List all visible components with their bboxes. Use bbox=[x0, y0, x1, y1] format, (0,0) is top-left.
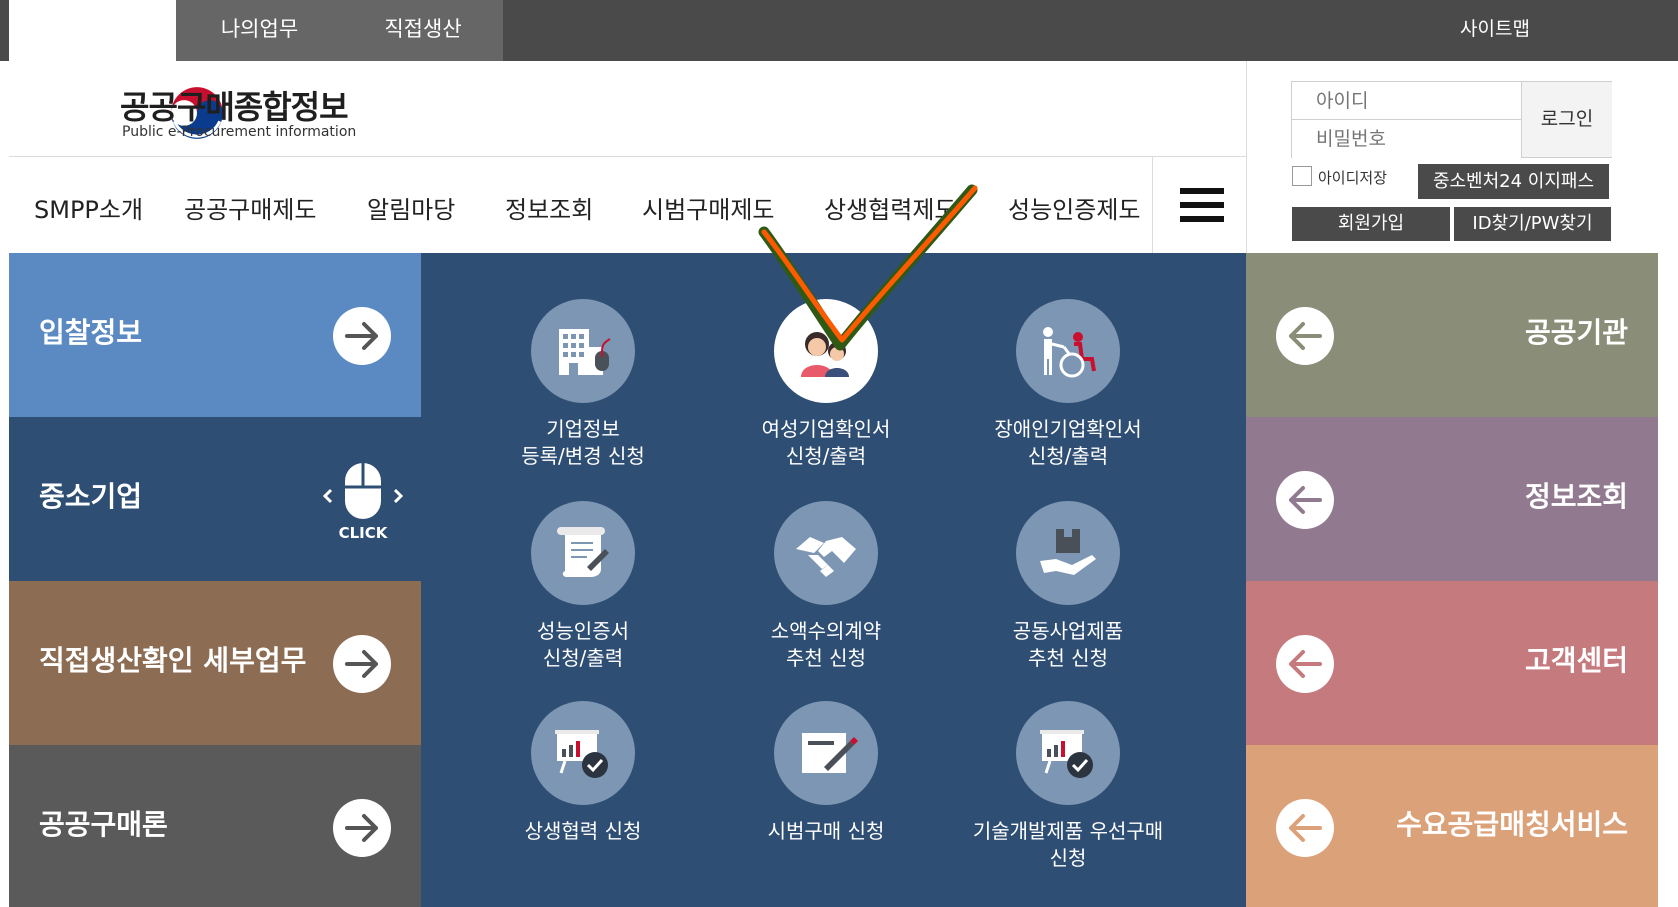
right-margin bbox=[1658, 61, 1678, 907]
nav-notice[interactable]: 알림마당 bbox=[367, 190, 455, 225]
service-label: 시범구매 신청 bbox=[767, 819, 885, 843]
panel-purchase-theory[interactable]: 공공구매론 bbox=[9, 745, 421, 907]
nav-divider bbox=[1152, 157, 1153, 253]
service-performance-cert[interactable]: 성능인증서 신청/출력 bbox=[463, 501, 703, 672]
service-tech-priority[interactable]: 기술개발제품 우선구매 신청 bbox=[933, 701, 1203, 872]
logo-title[interactable]: 공공구매종합정보 bbox=[120, 82, 349, 128]
nav-public-purchase[interactable]: 공공구매제도 bbox=[184, 190, 316, 225]
service-label: 여성기업확인서 신청/출력 bbox=[761, 417, 891, 468]
save-id-checkbox[interactable] bbox=[1292, 166, 1312, 186]
presentation-check-icon bbox=[1016, 701, 1120, 805]
panel-label: 수요공급매칭서비스 bbox=[1396, 808, 1628, 841]
service-label: 장애인기업확인서 신청/출력 bbox=[994, 417, 1142, 468]
login-form: 로그인 bbox=[1291, 81, 1612, 158]
login-divider bbox=[1246, 61, 1247, 253]
panel-direct-production[interactable]: 직접생산확인 세부업무 bbox=[9, 581, 421, 745]
service-pilot-purchase[interactable]: 시범구매 신청 bbox=[706, 701, 946, 845]
panel-label: 직접생산확인 세부업무 bbox=[39, 644, 307, 677]
panel-bid-info[interactable]: 입찰정보 bbox=[9, 253, 421, 417]
svg-text:CLICK: CLICK bbox=[339, 524, 389, 541]
panel-label: 정보조회 bbox=[1524, 480, 1628, 513]
panel-label: 중소기업 bbox=[39, 480, 143, 513]
tab-direct-production[interactable]: 직접생산 bbox=[343, 0, 503, 61]
service-label: 공동사업제품 추천 신청 bbox=[1012, 619, 1124, 670]
nav-pilot-purchase[interactable]: 시범구매제도 bbox=[642, 190, 774, 225]
arrow-left-icon bbox=[1276, 307, 1334, 365]
arrow-left-icon bbox=[1276, 635, 1334, 693]
panel-supply-matching[interactable]: 수요공급매칭서비스 bbox=[1246, 745, 1658, 907]
box-hand-icon bbox=[1016, 501, 1120, 605]
nav-performance-cert[interactable]: 성능인증제도 bbox=[1008, 190, 1140, 225]
service-cooperation[interactable]: 상생협력 신청 bbox=[463, 701, 703, 845]
arrow-left-icon bbox=[1276, 471, 1334, 529]
wheelchair-icon bbox=[1016, 299, 1120, 403]
handshake-icon bbox=[774, 501, 878, 605]
tab-my-work[interactable]: 나의업무 bbox=[176, 0, 343, 61]
nav-smpp-intro[interactable]: SMPP소개 bbox=[34, 190, 143, 225]
arrow-right-icon bbox=[333, 635, 391, 693]
easypass-button[interactable]: 중소벤처24 이지패스 bbox=[1418, 164, 1609, 199]
presentation-check-icon bbox=[531, 701, 635, 805]
arrow-right-icon bbox=[333, 307, 391, 365]
save-id-label: 아이디저장 bbox=[1318, 169, 1388, 187]
panel-info-search[interactable]: 정보조회 bbox=[1246, 417, 1658, 581]
service-women-company[interactable]: 여성기업확인서 신청/출력 bbox=[706, 299, 946, 470]
logo-subtitle: Public e-Procurement information bbox=[122, 124, 357, 140]
women-icon bbox=[774, 299, 878, 403]
panel-label: 입찰정보 bbox=[39, 316, 143, 349]
pen-document-icon bbox=[774, 701, 878, 805]
service-label: 기업정보 등록/변경 신청 bbox=[521, 417, 645, 468]
service-small-contract[interactable]: 소액수의계약 추천 신청 bbox=[706, 501, 946, 672]
nav-cooperation[interactable]: 상생협력제도 bbox=[824, 190, 956, 225]
service-label: 기술개발제품 우선구매 신청 bbox=[972, 819, 1164, 870]
service-label: 성능인증서 신청/출력 bbox=[537, 619, 629, 670]
password-input[interactable] bbox=[1292, 120, 1522, 158]
login-button[interactable]: 로그인 bbox=[1522, 82, 1612, 157]
building-icon bbox=[531, 299, 635, 403]
panel-public-agency[interactable]: 공공기관 bbox=[1246, 253, 1658, 417]
main-nav: SMPP소개 공공구매제도 알림마당 정보조회 시범구매제도 상생협력제도 성능… bbox=[9, 157, 1246, 253]
panel-label: 고객센터 bbox=[1524, 644, 1628, 677]
service-disabled-company[interactable]: 장애인기업확인서 신청/출력 bbox=[948, 299, 1188, 470]
tab-smpp-service[interactable]: SMPP서비스 bbox=[9, 0, 176, 61]
top-bar: SMPP서비스 나의업무 직접생산 사이트맵 bbox=[0, 0, 1678, 61]
arrow-left-icon bbox=[1276, 799, 1334, 857]
mouse-click-icon: CLICK bbox=[323, 463, 403, 541]
hamburger-menu-icon[interactable] bbox=[1180, 188, 1224, 224]
service-label: 소액수의계약 추천 신청 bbox=[770, 619, 882, 670]
join-button[interactable]: 회원가입 bbox=[1292, 207, 1450, 241]
panel-label: 공공기관 bbox=[1524, 316, 1628, 349]
sitemap-link[interactable]: 사이트맵 bbox=[1420, 0, 1570, 58]
arrow-right-icon bbox=[333, 799, 391, 857]
service-grid: 기업정보 등록/변경 신청 여성기업확인서 신청/출력 장애인기업확인서 신청/… bbox=[421, 253, 1246, 907]
panel-customer-center[interactable]: 고객센터 bbox=[1246, 581, 1658, 745]
panel-label: 공공구매론 bbox=[39, 808, 168, 841]
nav-info-search[interactable]: 정보조회 bbox=[505, 190, 593, 225]
service-company-info[interactable]: 기업정보 등록/변경 신청 bbox=[463, 299, 703, 470]
left-margin bbox=[0, 61, 9, 907]
certificate-scroll-icon bbox=[531, 501, 635, 605]
service-joint-product[interactable]: 공동사업제품 추천 신청 bbox=[948, 501, 1188, 672]
service-label: 상생협력 신청 bbox=[524, 819, 642, 843]
panel-sme[interactable]: 중소기업 CLICK bbox=[9, 417, 421, 581]
id-input[interactable] bbox=[1292, 82, 1522, 120]
find-id-pw-button[interactable]: ID찾기/PW찾기 bbox=[1454, 207, 1611, 241]
